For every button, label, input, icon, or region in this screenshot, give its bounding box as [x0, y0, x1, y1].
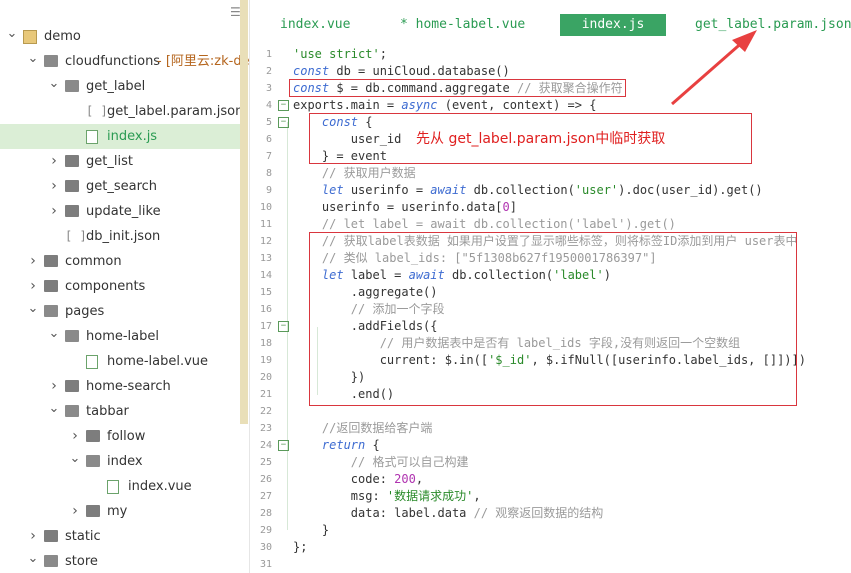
annotation-arrow — [671, 30, 757, 106]
arrow-shaft — [671, 38, 746, 106]
